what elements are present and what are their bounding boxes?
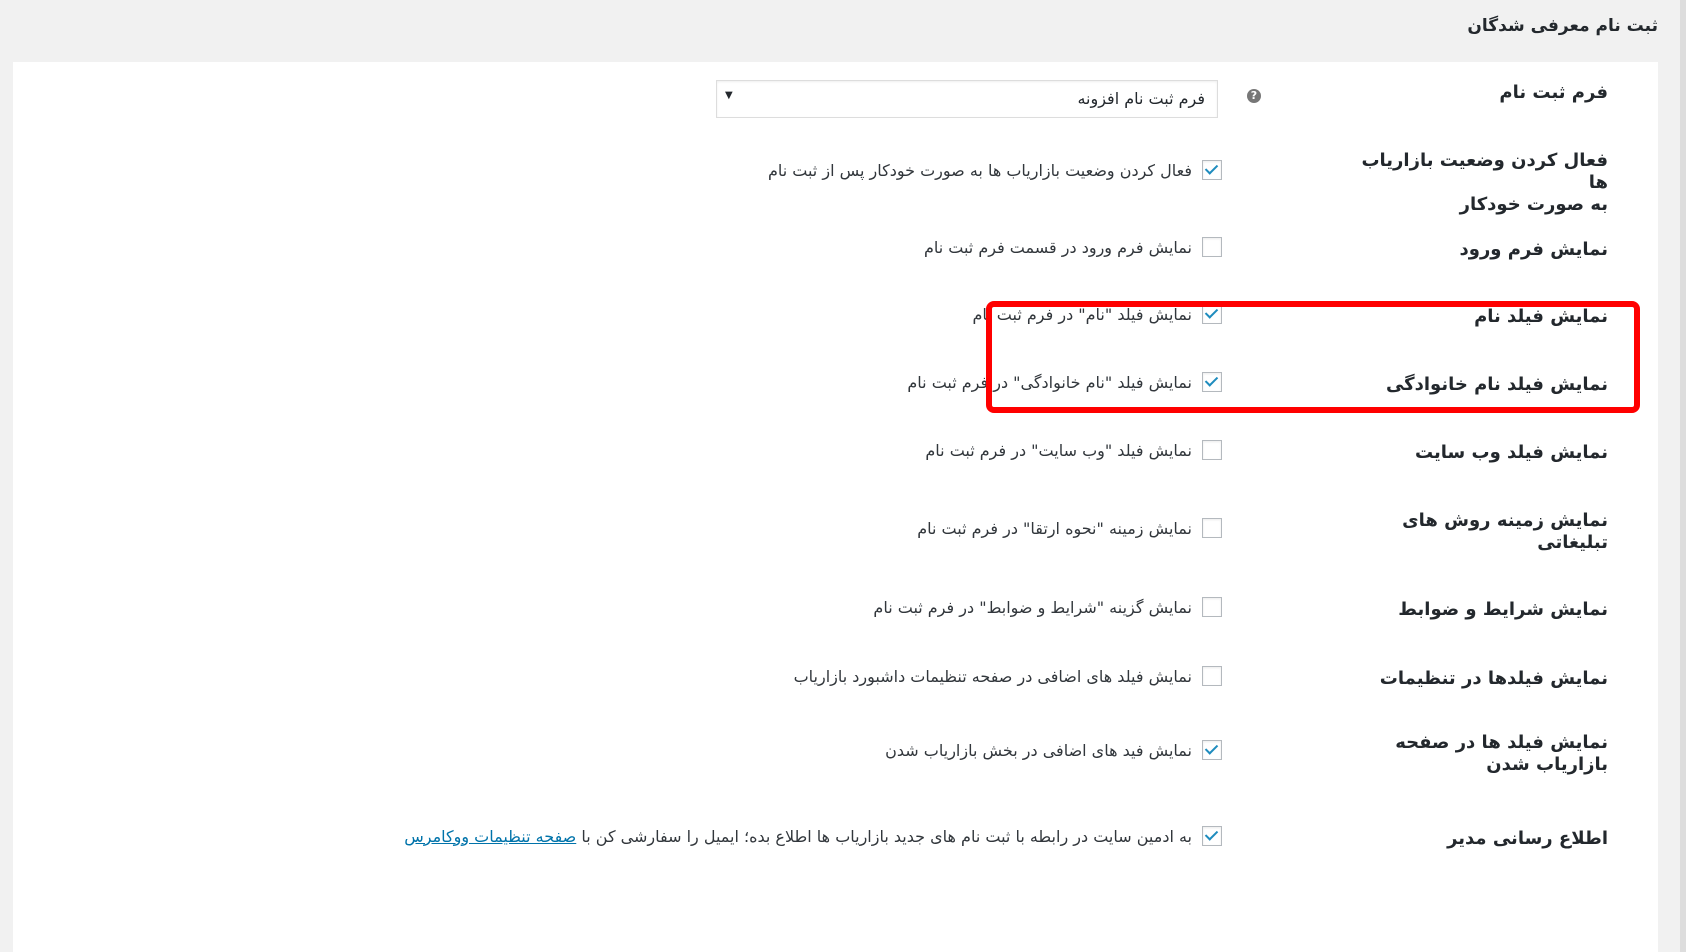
- page-header: ثبت نام معرفی شدگان: [0, 0, 1686, 62]
- show-website-field-label: نمایش فیلد وب سایت: [1414, 442, 1608, 463]
- show-fields-on-register-checkbox[interactable]: [1202, 740, 1222, 760]
- settings-panel: فرم ثبت نام ? فرم ثبت نام افزونه ▼ فعال …: [13, 62, 1658, 952]
- show-login-form-control: نمایش فرم ورود در قسمت فرم ثبت نام: [924, 237, 1222, 257]
- auto-activate-label: فعال کردن وضعیت بازاریاب ها به صورت خودک…: [1348, 150, 1608, 216]
- show-fields-in-settings-checkbox[interactable]: [1202, 666, 1222, 686]
- admin-notify-checkbox[interactable]: [1202, 826, 1222, 846]
- woocommerce-settings-link[interactable]: صفحه تنظیمات ووکامرس: [404, 827, 576, 846]
- registration-form-select[interactable]: فرم ثبت نام افزونه ▼: [716, 80, 1218, 118]
- show-promo-methods-label: نمایش زمینه روش های تبلیغاتی: [1348, 510, 1608, 554]
- section-title: ثبت نام معرفی شدگان: [1467, 16, 1658, 36]
- admin-notify-label: اطلاع رسانی مدیر: [1447, 828, 1608, 849]
- show-promo-methods-control: نمایش زمینه "نحوه ارتقا" در فرم ثبت نام: [917, 518, 1222, 538]
- auto-activate-checkbox[interactable]: [1202, 160, 1222, 180]
- scrollbar-track[interactable]: [1680, 0, 1686, 952]
- show-terms-control: نمایش گزینه "شرایط و ضوابط" در فرم ثبت ن…: [873, 597, 1222, 617]
- show-website-field-checkbox[interactable]: [1202, 440, 1222, 460]
- show-login-form-text: نمایش فرم ورود در قسمت فرم ثبت نام: [923, 237, 1192, 257]
- admin-notify-text: به ادمین سایت در رابطه با ثبت نام های جد…: [581, 826, 1192, 846]
- auto-activate-control: فعال کردن وضعیت بازاریاب ها به صورت خودک…: [768, 160, 1222, 180]
- show-fields-on-register-control: نمایش فید های اضافی در بخش بازاریاب شدن: [885, 740, 1222, 760]
- show-fields-in-settings-text: نمایش فیلد های اضافی در صفحه تنظیمات داش…: [793, 666, 1192, 686]
- registration-form-label: فرم ثبت نام: [1499, 82, 1608, 103]
- auto-activate-label-line2: به صورت خودکار: [1459, 194, 1608, 215]
- chevron-down-icon: ▼: [725, 90, 733, 101]
- show-terms-checkbox[interactable]: [1202, 597, 1222, 617]
- show-promo-methods-label-line2: تبلیغاتی: [1537, 532, 1608, 553]
- show-fields-in-settings-label: نمایش فیلدها در تنظیمات: [1379, 668, 1608, 689]
- show-fields-on-register-label: نمایش فیلد ها در صفحه بازاریاب شدن: [1348, 732, 1608, 776]
- registration-form-select-value: فرم ثبت نام افزونه: [1077, 89, 1205, 108]
- help-icon[interactable]: ?: [1247, 89, 1261, 103]
- show-website-field-text: نمایش فیلد "وب سایت" در فرم ثبت نام: [925, 440, 1192, 460]
- show-terms-text: نمایش گزینه "شرایط و ضوابط" در فرم ثبت ن…: [873, 597, 1192, 617]
- show-fields-on-register-label-line1: نمایش فیلد ها در صفحه: [1395, 732, 1608, 753]
- show-fields-in-settings-control: نمایش فیلد های اضافی در صفحه تنظیمات داش…: [794, 666, 1222, 686]
- admin-notify-control: به ادمین سایت در رابطه با ثبت نام های جد…: [404, 826, 1222, 846]
- show-terms-label: نمایش شرایط و ضوابط: [1398, 599, 1608, 620]
- show-login-form-label: نمایش فرم ورود: [1459, 239, 1608, 260]
- show-promo-methods-checkbox[interactable]: [1202, 518, 1222, 538]
- show-fields-on-register-label-line2: بازاریاب شدن: [1486, 754, 1608, 775]
- show-promo-methods-label-line1: نمایش زمینه روش های: [1402, 510, 1608, 531]
- show-fields-on-register-text: نمایش فید های اضافی در بخش بازاریاب شدن: [885, 740, 1192, 760]
- show-website-field-control: نمایش فیلد "وب سایت" در فرم ثبت نام: [925, 440, 1222, 460]
- show-promo-methods-text: نمایش زمینه "نحوه ارتقا" در فرم ثبت نام: [917, 518, 1192, 538]
- show-login-form-checkbox[interactable]: [1202, 237, 1222, 257]
- highlight-annotation-box: [986, 301, 1640, 413]
- auto-activate-label-line1: فعال کردن وضعیت بازاریاب ها: [1361, 150, 1608, 193]
- auto-activate-text: فعال کردن وضعیت بازاریاب ها به صورت خودک…: [767, 160, 1192, 180]
